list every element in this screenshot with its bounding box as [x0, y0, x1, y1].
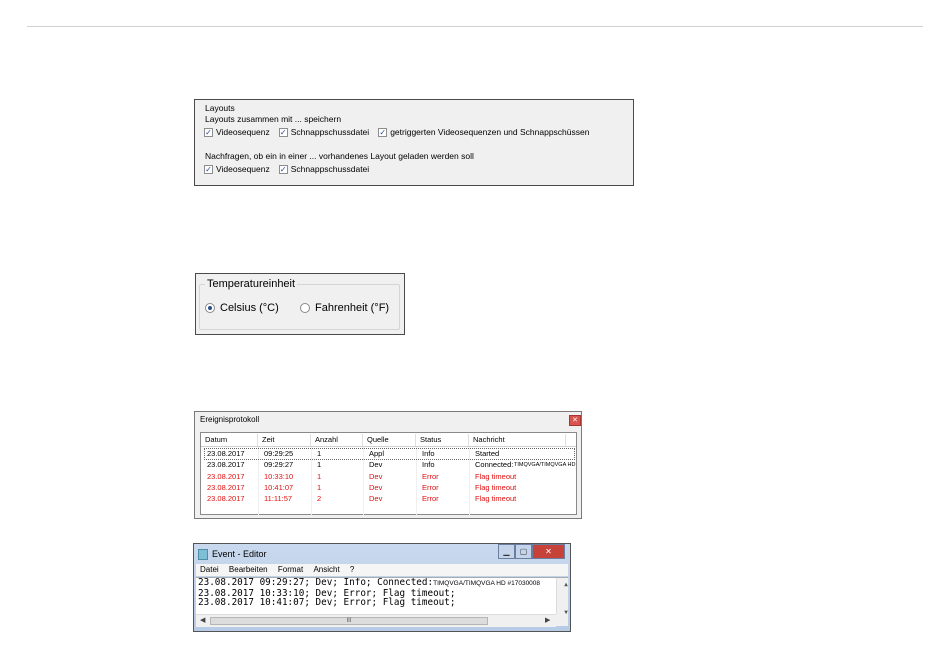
notepad-icon [198, 549, 208, 560]
checkbox-ask-snapshot[interactable]: ✓ [278, 165, 288, 174]
event-editor-window: Event - Editor ▁ ▢ ✕ Datei Bearbeiten Fo… [193, 543, 571, 632]
event-log-window: Ereignisprotokoll ✕ Datum Zeit Anzahl Qu… [194, 411, 582, 519]
table-cell-nachricht: Connected: [475, 460, 514, 470]
radio-selected-icon[interactable] [205, 303, 215, 313]
checkbox-save-video[interactable]: ✓ [204, 128, 213, 137]
column-header-datum[interactable]: Datum [201, 434, 258, 446]
table-cell-anzahl: 1 [317, 471, 322, 481]
menu-bar: Datei Bearbeiten Format Ansicht ? [196, 564, 568, 576]
close-icon[interactable]: ✕ [569, 415, 581, 426]
checkbox-label: getriggerten Videosequenzen und Schnapps… [390, 127, 590, 137]
table-cell-status: Info [422, 460, 435, 470]
checkbox-save-snapshot[interactable]: ✓ [278, 128, 288, 137]
radio-unselected-icon[interactable] [300, 303, 310, 313]
layouts-title: Layouts [205, 103, 235, 113]
horizontal-scrollbar[interactable]: ◀ III ▶ [196, 614, 556, 627]
scroll-right-icon[interactable]: ▶ [545, 616, 550, 624]
layouts-ask-options: ✓ Videosequenz ✓ Schnappschussdatei [204, 163, 378, 176]
editor-title: Event - Editor [212, 549, 267, 559]
table-cell-zeit: 11:11:57 [264, 494, 293, 504]
temperature-legend: Temperatureinheit [205, 278, 298, 291]
vertical-scrollbar[interactable]: ▲ ▼ [556, 578, 568, 615]
event-log-title: Ereignisprotokoll [200, 415, 260, 424]
editor-line: 23.08.2017 09:29:27; Dev; Info; Connecte… [198, 577, 541, 588]
column-header-anzahl[interactable]: Anzahl [311, 434, 363, 446]
menu-bearbeiten[interactable]: Bearbeiten [229, 565, 268, 574]
table-cell-zeit: 09:29:27 [264, 460, 294, 470]
checkbox-label: Schnappschussdatei [290, 127, 370, 137]
column-header-nachricht[interactable]: Nachricht [469, 434, 566, 446]
radio-fahrenheit[interactable]: Fahrenheit (°F) [300, 302, 389, 314]
editor-line-extra: TIMQVGA/TIMQVGA HD #17030008 [433, 580, 541, 587]
table-cell-nachricht: Flag timeout [475, 471, 517, 481]
table-cell-nachricht: Started [475, 449, 500, 458]
resize-grip[interactable] [556, 614, 568, 626]
close-icon[interactable]: ✕ [532, 544, 565, 559]
table-cell-quelle: Dev [369, 494, 383, 504]
scroll-thumb[interactable]: III [210, 617, 488, 625]
editor-line: 23.08.2017 10:41:07; Dev; Error; Flag ti… [198, 597, 456, 608]
temperature-panel: Temperatureinheit Celsius (°C) Fahrenhei… [195, 273, 405, 335]
checkbox-label: Videosequenz [216, 164, 270, 174]
table-cell-quelle: Appl [369, 449, 385, 458]
table-cell-datum: 23.08.2017 [207, 460, 245, 470]
table-cell-datum: 23.08.2017 [207, 494, 245, 504]
table-cell-anzahl: 1 [317, 460, 322, 470]
table-cell-status: Error [422, 482, 439, 492]
menu-help[interactable]: ? [350, 565, 354, 574]
checkbox-ask-video[interactable]: ✓ [204, 165, 213, 174]
column-header-quelle[interactable]: Quelle [363, 434, 416, 446]
table-cell-anzahl: 1 [317, 449, 322, 458]
table-cell-quelle: Dev [369, 482, 383, 492]
radio-label: Fahrenheit (°F) [315, 302, 390, 314]
table-cell-quelle: Dev [369, 471, 383, 481]
table-cell-zeit: 09:29:25 [264, 449, 294, 458]
table-cell-zeit: 10:33:10 [264, 471, 294, 481]
table-cell-datum: 23.08.2017 [207, 449, 245, 458]
radio-celsius[interactable]: Celsius (°C) [205, 302, 279, 314]
table-cell-extra: TIMQVGA/TIMQVGA HD [514, 462, 576, 469]
menu-format[interactable]: Format [278, 565, 303, 574]
scroll-left-icon[interactable]: ◀ [200, 616, 205, 624]
table-cell-nachricht: Flag timeout [475, 494, 517, 504]
layouts-panel: Layouts Layouts zusammen mit ... speiche… [194, 99, 634, 186]
checkbox-save-triggered[interactable]: ✓ [378, 128, 388, 137]
layouts-save-options: ✓ Videosequenz ✓ Schnappschussdatei ✓ ge… [204, 126, 598, 139]
table-cell-status: Error [422, 471, 439, 481]
scroll-up-icon[interactable]: ▲ [559, 580, 568, 590]
radio-label: Celsius (°C) [220, 302, 279, 314]
table-cell-anzahl: 2 [317, 494, 322, 504]
top-divider [27, 26, 923, 27]
layouts-save-label: Layouts zusammen mit ... speichern [205, 114, 342, 124]
column-header-status[interactable]: Status [416, 434, 469, 446]
table-cell-status: Error [422, 494, 439, 504]
table-cell-datum: 23.08.2017 [207, 482, 245, 492]
menu-datei[interactable]: Datei [200, 565, 219, 574]
maximize-icon[interactable]: ▢ [515, 544, 532, 559]
checkbox-label: Schnappschussdatei [290, 164, 370, 174]
column-header-zeit[interactable]: Zeit [258, 434, 311, 446]
checkbox-label: Videosequenz [216, 127, 270, 137]
editor-text-area[interactable]: 23.08.2017 09:29:27; Dev; Info; Connecte… [196, 577, 568, 615]
menu-ansicht[interactable]: Ansicht [313, 565, 339, 574]
layouts-ask-label: Nachfragen, ob ein in einer ... vorhande… [205, 151, 474, 161]
table-cell-anzahl: 1 [317, 482, 322, 492]
table-cell-quelle: Dev [369, 460, 383, 470]
row-focus-outline [204, 448, 575, 460]
table-cell-zeit: 10:41:07 [264, 482, 294, 492]
table-cell-nachricht: Flag timeout [475, 482, 517, 492]
minimize-icon[interactable]: ▁ [498, 544, 515, 559]
table-cell-datum: 23.08.2017 [207, 471, 245, 481]
event-log-table: Datum Zeit Anzahl Quelle Status Nachrich… [200, 432, 577, 515]
table-cell-status: Info [422, 449, 435, 458]
